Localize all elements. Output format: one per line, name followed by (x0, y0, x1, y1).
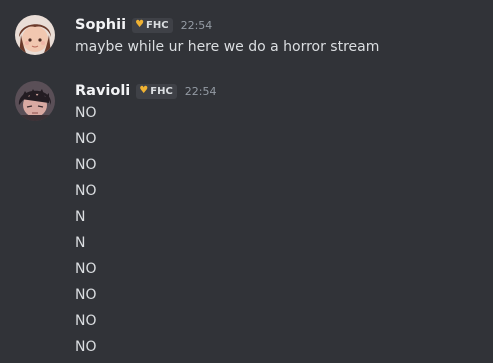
message-content: NO (75, 183, 97, 199)
timestamp[interactable]: 22:54 (181, 19, 213, 32)
message-content: N (75, 209, 86, 225)
username[interactable]: Ravioli (75, 83, 130, 99)
message-header: Ravioli ♥ FHC 22:54 (75, 81, 217, 101)
message-content: NO (75, 105, 97, 121)
message-content: NO (75, 261, 97, 277)
message-content: N (75, 235, 86, 251)
server-tag[interactable]: ♥ FHC (136, 83, 177, 99)
timestamp[interactable]: 22:54 (185, 85, 217, 98)
server-tag-label: FHC (146, 19, 169, 31)
message-header: Sophii ♥ FHC 22:54 (75, 15, 212, 35)
message-content: maybe while ur here we do a horror strea… (75, 39, 380, 55)
yellow-heart-icon: ♥ (139, 85, 149, 96)
server-tag-label: FHC (150, 85, 173, 97)
message-content: NO (75, 339, 97, 355)
message-content: NO (75, 287, 97, 303)
avatar[interactable] (15, 81, 55, 121)
message-content: NO (75, 131, 97, 147)
yellow-heart-icon: ♥ (135, 19, 145, 30)
message-content: NO (75, 313, 97, 329)
username[interactable]: Sophii (75, 17, 126, 33)
message-content: NO (75, 157, 97, 173)
server-tag[interactable]: ♥ FHC (132, 17, 173, 33)
avatar[interactable] (15, 15, 55, 55)
